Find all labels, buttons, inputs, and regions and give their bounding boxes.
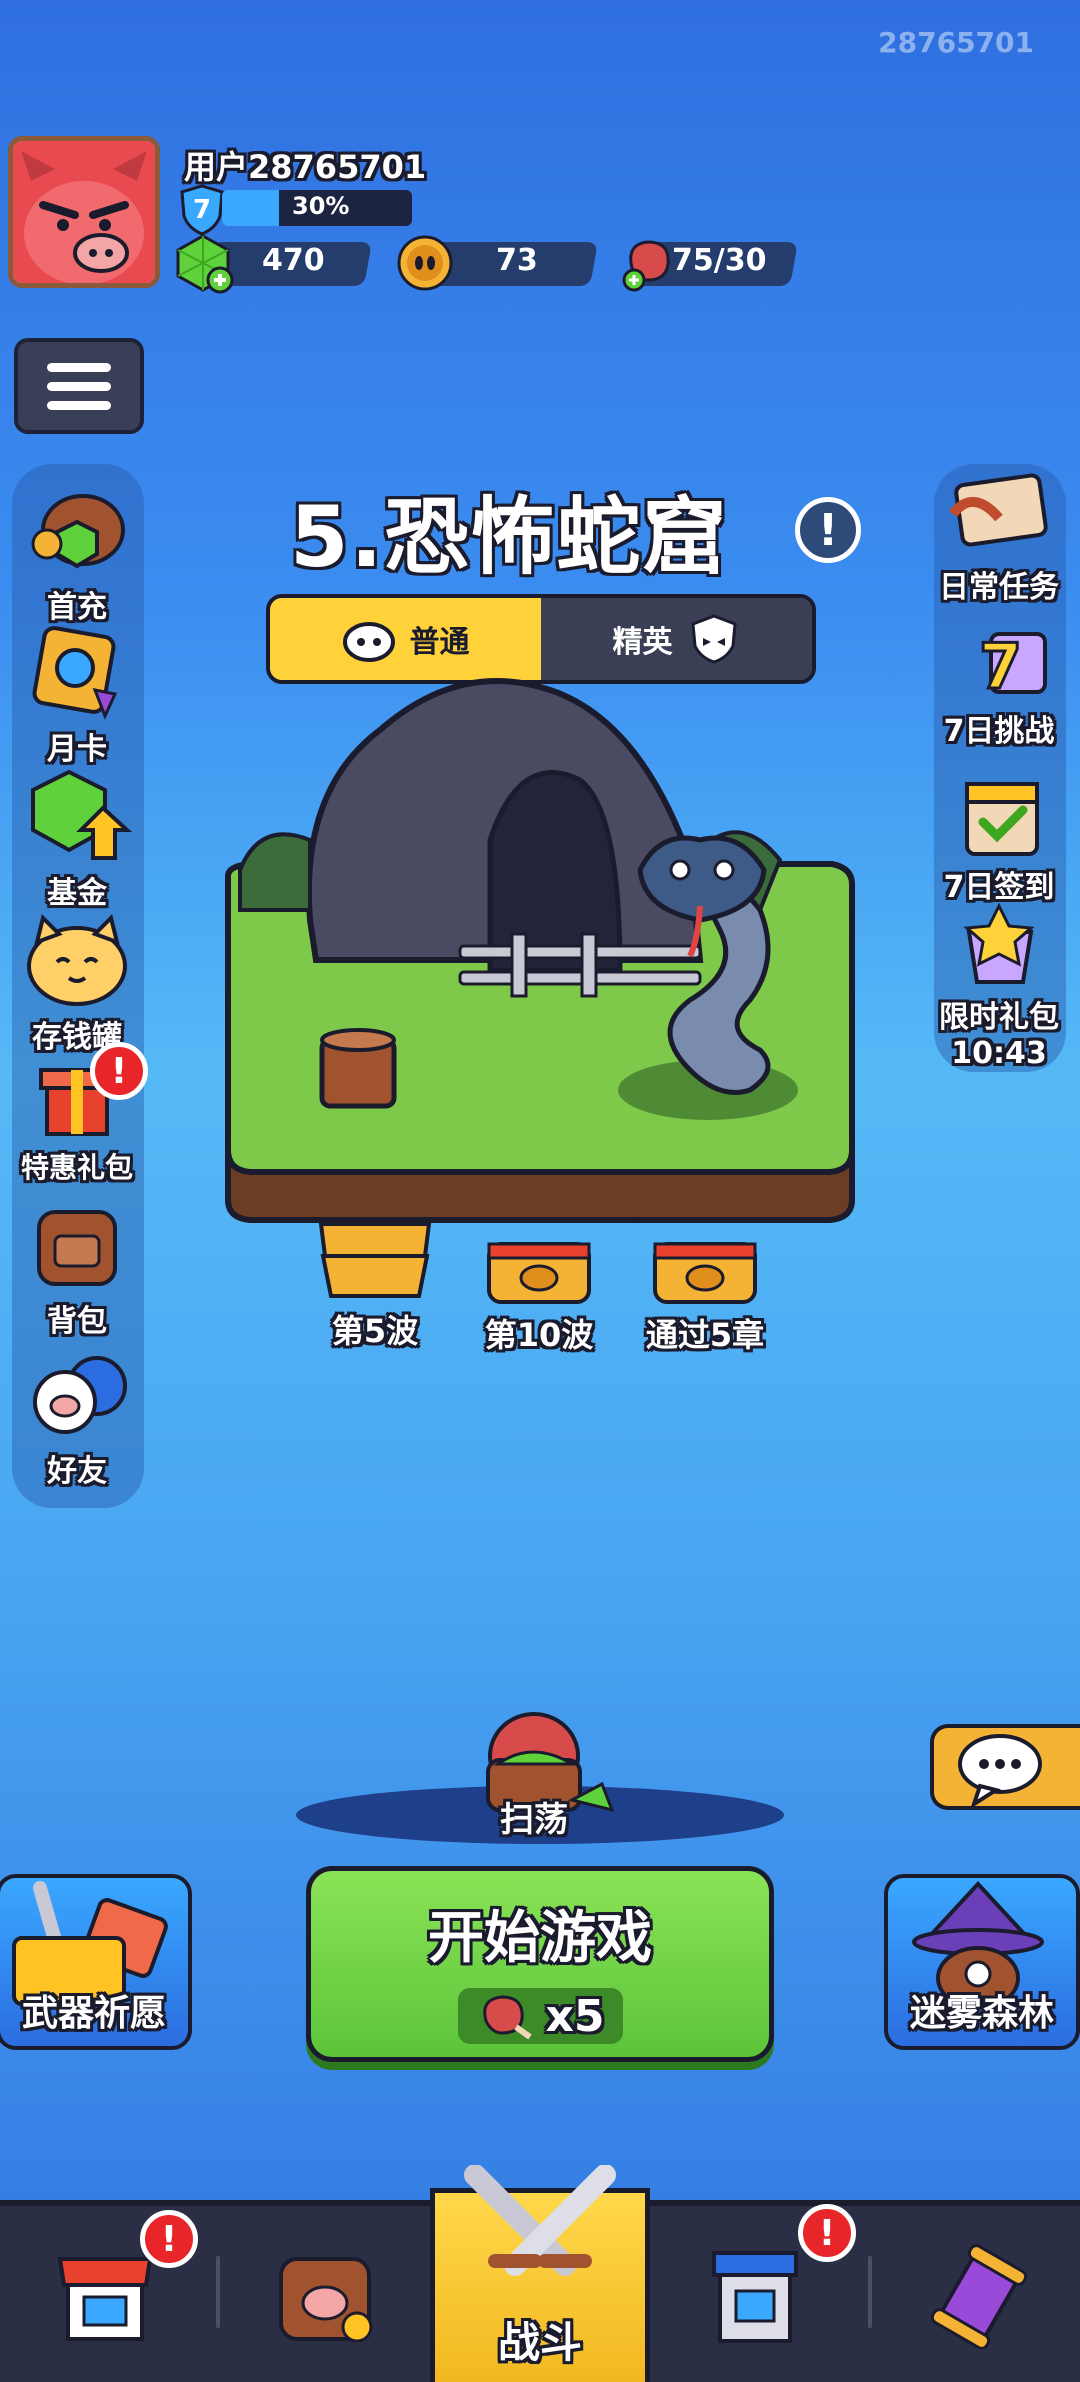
- limited-gift-item[interactable]: 限时礼包 10:43: [924, 902, 1074, 1071]
- svg-text:7: 7: [979, 630, 1022, 702]
- fog-forest-button[interactable]: 迷雾森林: [884, 1874, 1080, 2050]
- coin-icon: [397, 235, 453, 291]
- mode-elite-label: 精英: [612, 625, 673, 660]
- level-shield-icon: 7: [180, 184, 224, 236]
- nav-battle-label: 战斗: [497, 2318, 582, 2367]
- lucky-cat-icon: [27, 914, 127, 1006]
- elite-skull-icon: [690, 614, 737, 664]
- sweep-label: 扫荡: [500, 1800, 568, 1840]
- scroll-icon: [949, 473, 1048, 547]
- menu-button[interactable]: [14, 338, 144, 434]
- friends-icon: [33, 1356, 127, 1434]
- monthly-card-item[interactable]: 月卡: [2, 624, 152, 768]
- chest-icon: [487, 1242, 591, 1304]
- backpack-label: 背包: [47, 1304, 107, 1339]
- cost-pill: x5: [457, 1988, 623, 2044]
- monthly-card-icon: [32, 626, 118, 720]
- fund-gem-icon: [31, 769, 133, 860]
- hamburger-line: [47, 362, 111, 372]
- normal-mode-icon: [342, 622, 395, 662]
- building-alert-icon: !: [798, 2204, 856, 2262]
- mode-elite-tab[interactable]: 精英: [541, 598, 812, 680]
- fund-item[interactable]: 基金: [2, 768, 152, 912]
- gem-icon: [176, 234, 234, 294]
- nav-divider: [216, 2256, 220, 2328]
- shop-icon: [57, 2257, 153, 2341]
- treasure-gems-icon: [31, 494, 125, 569]
- xp-progress-fill: [222, 190, 279, 226]
- first-recharge-item[interactable]: 首充: [2, 482, 152, 626]
- gems-count: 470: [262, 243, 325, 278]
- backpack-pig-icon: [279, 2257, 373, 2343]
- first-recharge-label: 首充: [47, 590, 107, 625]
- reward-clear-chapter-label: 通过5章: [645, 1316, 765, 1354]
- xp-percent: 30%: [292, 192, 350, 220]
- friends-label: 好友: [47, 1454, 107, 1489]
- weapon-wish-label: 武器祈愿: [21, 1993, 166, 2034]
- reward-wave-10-label: 第10波: [484, 1316, 594, 1354]
- mode-normal-label: 普通: [409, 625, 470, 660]
- nav-scroll[interactable]: [884, 2206, 1074, 2382]
- seven-day-challenge-label: 7日挑战: [943, 714, 1055, 749]
- reward-clear-chapter[interactable]: 通过5章: [630, 1238, 780, 1356]
- chest-icon: [653, 1242, 757, 1304]
- chat-button[interactable]: [930, 1724, 1080, 1810]
- start-cost: x5: [311, 1988, 769, 2044]
- monthly-card-label: 月卡: [47, 732, 107, 767]
- seven-day-challenge-item[interactable]: 7 7日挑战: [924, 620, 1074, 750]
- reward-wave-5-label: 第5波: [331, 1312, 419, 1350]
- coins-count: 73: [496, 243, 538, 278]
- special-gift-alert-icon: !: [90, 1042, 148, 1100]
- stage-title: 5.恐怖蛇窟: [290, 488, 729, 586]
- seven-day-signin-label: 7日签到: [943, 870, 1055, 905]
- backpack-item[interactable]: 背包: [2, 1196, 152, 1340]
- seven-day-signin-icon: [965, 782, 1039, 856]
- open-chest-icon: [318, 1222, 432, 1298]
- limited-gift-label: 限时礼包: [939, 1000, 1059, 1035]
- daily-task-item[interactable]: 日常任务: [924, 466, 1074, 606]
- mode-normal-tab[interactable]: 普通: [270, 598, 541, 680]
- fog-forest-label: 迷雾森林: [909, 1993, 1054, 2034]
- shop-alert-icon: !: [140, 2210, 198, 2268]
- chat-bubble-icon: [958, 1734, 1042, 1809]
- crossed-swords-icon: [464, 2165, 616, 2276]
- special-gift-label: 特惠礼包: [20, 1151, 133, 1184]
- weapon-wish-button[interactable]: 武器祈愿: [0, 1874, 192, 2050]
- nav-equipment[interactable]: [230, 2206, 420, 2382]
- seven-day-signin-item[interactable]: 7日签到: [924, 776, 1074, 906]
- fund-label: 基金: [47, 876, 107, 911]
- hamburger-line: [47, 381, 111, 391]
- meat-stamina-icon: [482, 1995, 532, 2040]
- pig-avatar-icon: [13, 141, 155, 283]
- limited-gift-timer: 10:43: [951, 1036, 1047, 1071]
- xp-progress-bar: 30%: [222, 190, 412, 226]
- nav-battle[interactable]: 战斗: [430, 2165, 650, 2382]
- daily-task-label: 日常任务: [939, 570, 1059, 605]
- stage-island-illustration: [225, 678, 855, 1223]
- reward-wave-10[interactable]: 第10波: [464, 1238, 614, 1356]
- meat-stamina-icon: [622, 240, 670, 292]
- friends-item[interactable]: 好友: [2, 1346, 152, 1490]
- backpack-icon: [37, 1210, 117, 1286]
- scroll-capsule-icon: [930, 2244, 1028, 2349]
- limited-gift-icon: [963, 902, 1035, 984]
- player-name: 用户28765701: [184, 148, 427, 186]
- building-icon: [712, 2251, 798, 2343]
- player-level: 7: [193, 195, 211, 225]
- seven-day-challenge-icon: 7: [978, 629, 1047, 705]
- start-cost-value: x5: [545, 1990, 605, 2042]
- reward-wave-5[interactable]: 第5波: [300, 1216, 450, 1352]
- nav-divider: [868, 2256, 872, 2328]
- hamburger-line: [47, 400, 111, 410]
- start-game-button[interactable]: 开始游戏 x5: [306, 1866, 774, 2062]
- info-button[interactable]: !: [795, 497, 861, 563]
- stamina-count: 75/30: [672, 243, 767, 278]
- piggy-bank-item[interactable]: 存钱罐: [2, 912, 152, 1056]
- avatar[interactable]: [8, 136, 160, 288]
- start-game-label: 开始游戏: [428, 1906, 652, 1971]
- player-id-watermark: 28765701: [878, 26, 1034, 59]
